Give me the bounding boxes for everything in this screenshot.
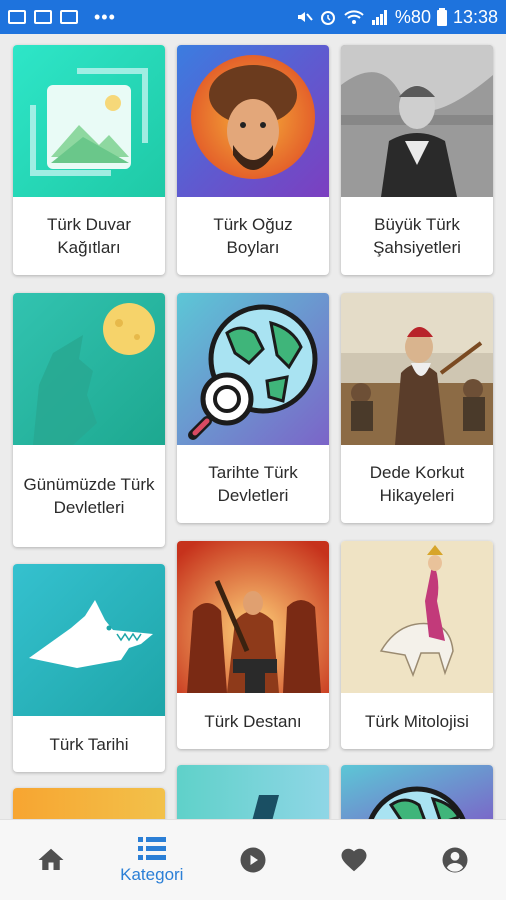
home-icon xyxy=(38,848,64,870)
category-label: Türk Duvar Kağıtları xyxy=(46,215,132,257)
category-label: Dede Korkut Hikayeleri xyxy=(369,463,465,505)
account-circle-icon xyxy=(442,847,468,873)
nav-play[interactable] xyxy=(202,820,303,900)
nav-kategori-label: Kategori xyxy=(120,864,184,884)
category-label: Günümüzde Türk Devletleri xyxy=(23,475,155,517)
category-label: Türk Destanı xyxy=(204,711,302,731)
partial-globe-icon xyxy=(341,765,493,819)
category-label: Türk Oğuz Boyları xyxy=(213,215,293,257)
bottom-navigation: Kategori xyxy=(0,819,506,900)
clock: 13:38 xyxy=(452,6,498,27)
partial-thumbnail xyxy=(13,788,165,819)
category-label: Büyük Türk Şahsiyetleri xyxy=(373,215,461,257)
category-grid[interactable]: Türk Duvar Kağıtları Türk Oğuz Boyları B… xyxy=(0,34,506,819)
historical-portrait xyxy=(341,45,493,197)
category-card-partial-1[interactable] xyxy=(13,788,165,819)
gallery-notification-icon xyxy=(8,10,26,24)
oghuz-portrait xyxy=(177,45,329,197)
wolf-head-icon xyxy=(13,564,165,716)
partial-thumbnail xyxy=(177,765,329,819)
list-icon xyxy=(137,836,166,860)
image-placeholder-icon xyxy=(13,45,165,197)
mute-icon xyxy=(297,12,313,22)
category-card-duvar-kagitlari[interactable]: Türk Duvar Kağıtları xyxy=(13,45,165,275)
category-label: Türk Mitolojisi xyxy=(365,711,469,731)
message-notification-icon xyxy=(34,10,52,24)
heart-icon xyxy=(341,848,367,872)
globe-search-icon xyxy=(177,293,329,445)
signal-icon xyxy=(371,10,387,25)
mythology-illustration xyxy=(341,541,493,693)
more-notifications-icon: ••• xyxy=(94,6,116,27)
category-card-partial-2[interactable] xyxy=(177,765,329,819)
category-card-gunumuzde-turk-devletleri[interactable]: Günümüzde Türk Devletleri xyxy=(13,293,165,547)
category-label: Tarihte Türk Devletleri xyxy=(208,463,298,505)
category-card-turk-mitolojisi[interactable]: Türk Mitolojisi xyxy=(341,541,493,749)
category-card-oguz-boylari[interactable]: Türk Oğuz Boyları xyxy=(177,45,329,275)
status-bar: ••• %80 13:38 xyxy=(0,0,506,34)
battery-percent: %80 xyxy=(394,6,431,27)
category-card-buyuk-turk-sahsiyetleri[interactable]: Büyük Türk Şahsiyetleri xyxy=(341,45,493,275)
category-card-turk-tarihi[interactable]: Türk Tarihi xyxy=(13,564,165,772)
nav-favorites[interactable] xyxy=(304,820,405,900)
wolf-moon-icon xyxy=(13,293,165,445)
alarm-icon xyxy=(320,11,335,25)
dede-korkut-painting xyxy=(341,293,493,445)
category-card-turk-destani[interactable]: Türk Destanı xyxy=(177,541,329,749)
category-card-tarihte-turk-devletleri[interactable]: Tarihte Türk Devletleri xyxy=(177,293,329,523)
wifi-icon xyxy=(344,10,364,24)
category-card-partial-3[interactable] xyxy=(341,765,493,819)
battery-icon xyxy=(436,8,447,26)
nav-home[interactable] xyxy=(0,820,101,900)
nav-kategori[interactable]: Kategori xyxy=(101,820,202,900)
category-label: Türk Tarihi xyxy=(49,734,129,754)
category-card-dede-korkut-hikayeleri[interactable]: Dede Korkut Hikayeleri xyxy=(341,293,493,523)
message-notification-icon-2 xyxy=(60,10,78,24)
nav-profile[interactable] xyxy=(405,820,506,900)
blacksmith-painting xyxy=(177,541,329,693)
play-circle-icon xyxy=(240,847,266,873)
